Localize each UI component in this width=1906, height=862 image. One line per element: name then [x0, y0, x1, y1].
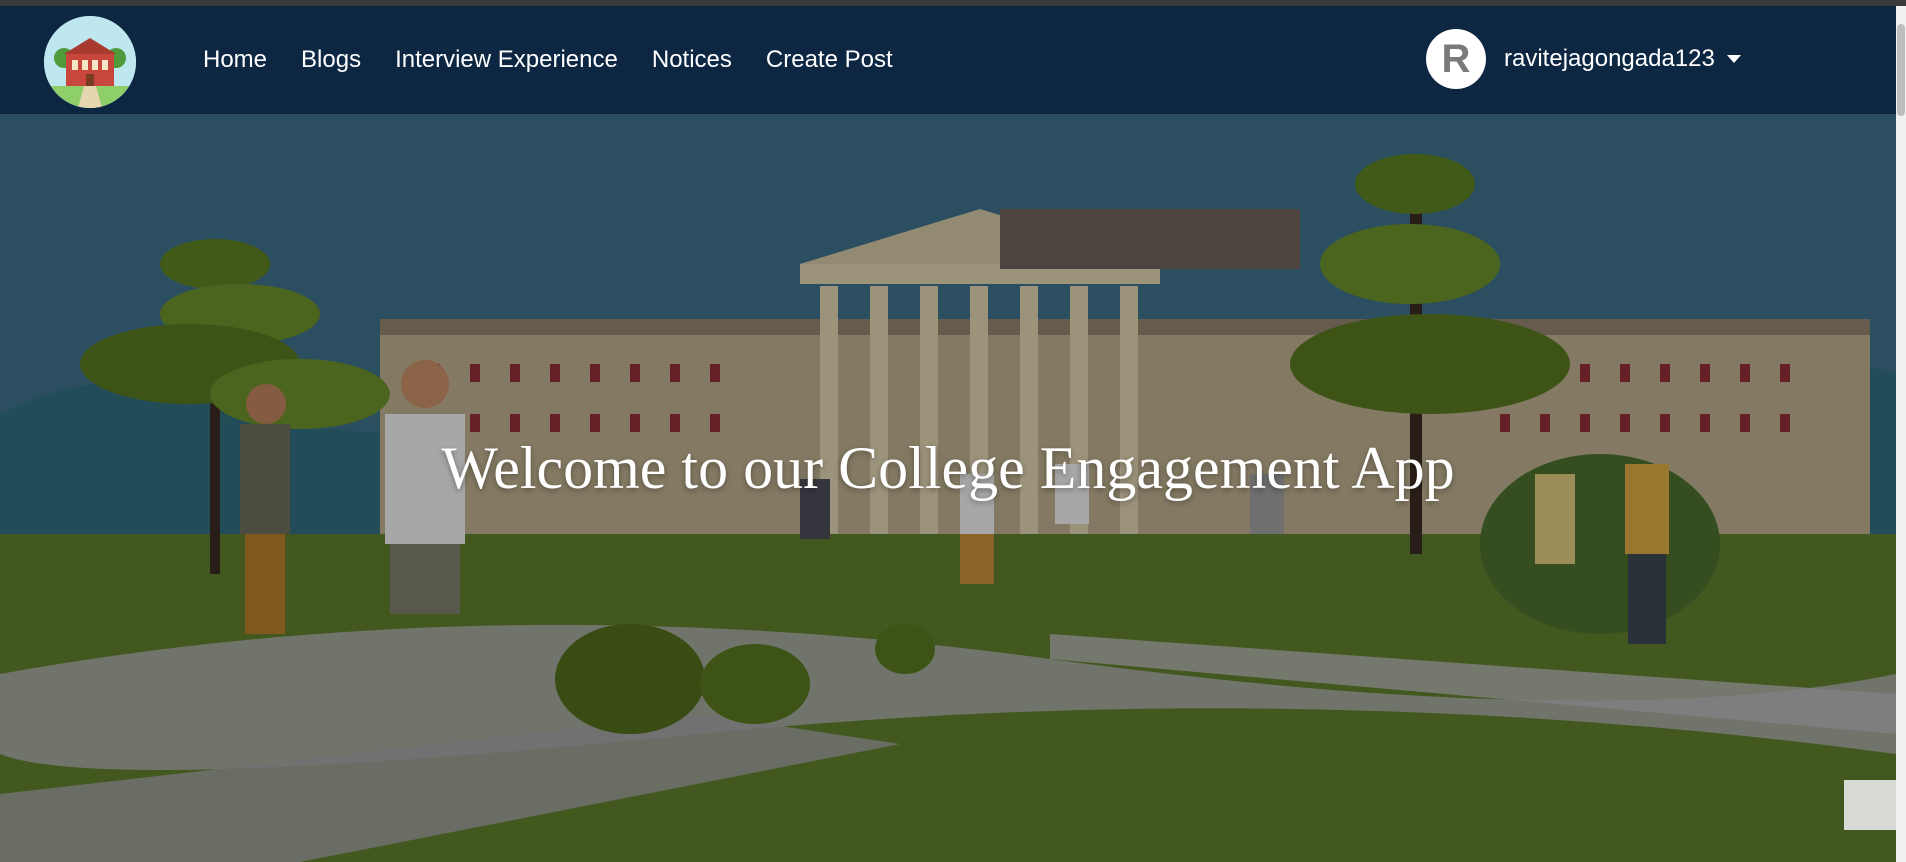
navbar: Home Blogs Interview Experience Notices …	[0, 6, 1896, 114]
university-logo-icon[interactable]	[44, 16, 136, 108]
floating-widget[interactable]	[1844, 780, 1896, 830]
hero-banner: Welcome to our College Engagement App	[0, 114, 1896, 862]
nav-interview-experience[interactable]: Interview Experience	[395, 46, 618, 74]
hero-title: Welcome to our College Engagement App	[441, 435, 1455, 501]
nav-blogs[interactable]: Blogs	[301, 46, 361, 74]
avatar[interactable]: R	[1426, 29, 1486, 89]
page-scrollbar[interactable]	[1896, 6, 1906, 862]
chevron-down-icon[interactable]	[1726, 55, 1741, 63]
scrollbar-thumb[interactable]	[1897, 24, 1905, 116]
nav-home[interactable]: Home	[203, 46, 267, 74]
user-menu[interactable]: R ravitejagongada123	[1426, 28, 1741, 90]
nav-notices[interactable]: Notices	[652, 46, 732, 74]
username[interactable]: ravitejagongada123	[1504, 45, 1715, 73]
nav-create-post[interactable]: Create Post	[766, 46, 893, 74]
nav-links: Home Blogs Interview Experience Notices …	[203, 6, 927, 114]
